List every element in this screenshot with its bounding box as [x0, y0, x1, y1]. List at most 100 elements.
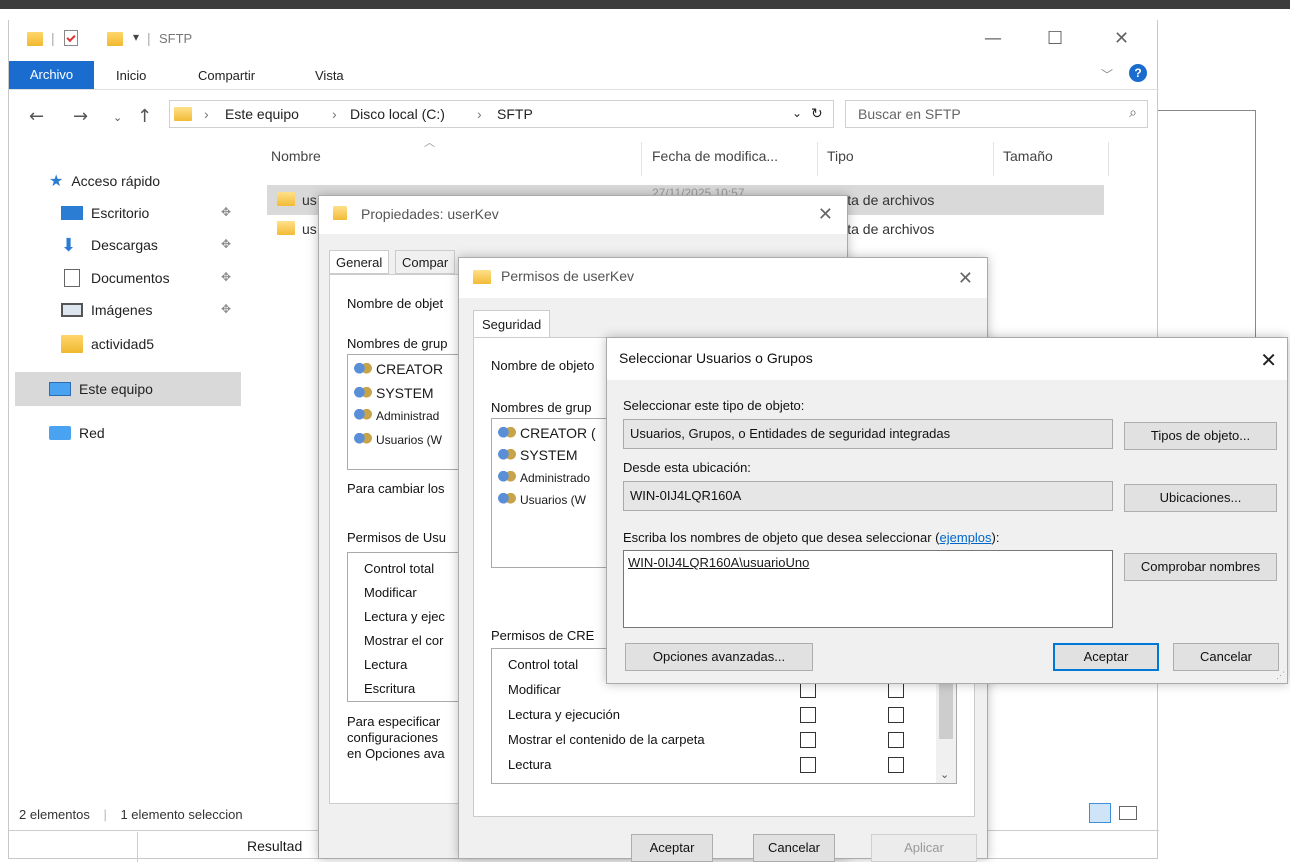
sidebar-item-red[interactable]: Red [49, 421, 105, 445]
object-types-button[interactable]: Tipos de objeto... [1124, 422, 1277, 450]
groups-list[interactable]: CREATOR ( SYSTEM Administrado Usuarios (… [491, 418, 611, 568]
change-permissions-label: Para cambiar los [347, 481, 445, 496]
sidebar-label: Descargas [91, 237, 158, 253]
deny-checkbox[interactable] [888, 757, 904, 773]
expand-ribbon-icon[interactable]: ﹀ [1101, 66, 1113, 83]
sidebar-item-este-equipo[interactable]: Este equipo [49, 377, 153, 401]
recent-locations-icon[interactable]: ⌄ [113, 111, 122, 124]
permission-item: Escritura [364, 681, 416, 696]
names-label-end: ): [991, 530, 1000, 545]
cancel-button[interactable]: Cancelar [1173, 643, 1279, 671]
status-selected: 1 elemento seleccion [120, 807, 243, 822]
breadcrumb-disco-local[interactable]: Disco local (C:) [350, 106, 445, 122]
column-divider [1108, 142, 1109, 176]
location-field: WIN-0IJ4LQR160A [623, 481, 1113, 511]
list-item[interactable]: CREATOR [354, 361, 443, 377]
ribbon-divider [9, 89, 1159, 90]
dialog-title: Propiedades: userKev [361, 206, 499, 222]
pin-icon: ✥ [221, 302, 232, 316]
check-names-button[interactable]: Comprobar nombres [1124, 553, 1277, 581]
ribbon-tab-archivo[interactable]: Archivo [9, 61, 94, 89]
deny-checkbox[interactable] [888, 682, 904, 698]
details-view-icon[interactable] [1089, 803, 1111, 823]
tab-compartir[interactable]: Compar [395, 250, 456, 274]
sidebar-item-documentos[interactable]: Documentos [61, 266, 170, 290]
column-fecha[interactable]: Fecha de modifica... [652, 148, 778, 164]
large-icons-view-icon[interactable] [1119, 806, 1137, 820]
folder-icon [61, 335, 83, 353]
sidebar-item-descargas[interactable]: ⬇ Descargas [61, 233, 158, 257]
list-item[interactable]: Administrad [354, 409, 439, 423]
refresh-icon[interactable]: ↻ [811, 106, 823, 122]
address-bar[interactable]: › Este equipo › Disco local (C:) › SFTP … [169, 100, 834, 128]
column-divider [817, 142, 818, 176]
customize-toolbar-icon[interactable]: ▾ [133, 30, 139, 44]
ok-button[interactable]: Aceptar [1053, 643, 1159, 671]
groups-label: Nombres de grup [347, 336, 448, 351]
back-arrow-icon[interactable]: ← [29, 106, 44, 127]
locations-button[interactable]: Ubicaciones... [1124, 484, 1277, 512]
scrollbar-thumb[interactable] [939, 679, 953, 739]
column-tipo[interactable]: Tipo [827, 148, 854, 164]
tab-seguridad[interactable]: Seguridad [473, 310, 551, 338]
sidebar-item-imagenes[interactable]: Imágenes [61, 298, 152, 322]
dialog-title: Permisos de userKev [501, 268, 635, 284]
column-divider [993, 142, 994, 176]
allow-checkbox[interactable] [800, 757, 816, 773]
permissions-list: Control total Modificar Lectura y ejec M… [347, 552, 467, 702]
list-item[interactable]: CREATOR ( [498, 425, 596, 441]
sidebar-label: Red [79, 425, 105, 441]
groups-list[interactable]: CREATOR SYSTEM Administrad Usuarios (W [347, 354, 467, 470]
star-icon: ★ [49, 173, 64, 190]
up-arrow-icon[interactable]: ↑ [137, 106, 152, 127]
list-item[interactable]: Administrado [498, 471, 590, 485]
list-item[interactable]: SYSTEM [354, 385, 434, 401]
scroll-down-icon[interactable]: ⌄ [940, 768, 949, 781]
screen-top-bar [0, 0, 1290, 9]
names-label: Escriba los nombres de objeto que desea … [623, 530, 1000, 545]
breadcrumb-sftp[interactable]: SFTP [497, 106, 533, 122]
ribbon-tab-inicio[interactable]: Inicio [116, 68, 146, 83]
resize-grip-icon[interactable]: ⋰ [1276, 670, 1285, 681]
permission-item: Mostrar el contenido de la carpeta [508, 732, 705, 747]
new-folder-icon[interactable] [107, 32, 123, 46]
column-nombre[interactable]: Nombre [271, 148, 321, 164]
close-button[interactable]: ✕ [818, 204, 833, 225]
object-names-input[interactable]: WIN-0IJ4LQR160A\usuarioUno [623, 550, 1113, 628]
deny-checkbox[interactable] [888, 707, 904, 723]
allow-checkbox[interactable] [800, 732, 816, 748]
deny-checkbox[interactable] [888, 732, 904, 748]
ok-button[interactable]: Aceptar [631, 834, 713, 862]
search-input[interactable]: Buscar en SFTP ⌕ [845, 100, 1148, 128]
permission-item: Mostrar el cor [364, 633, 444, 648]
apply-button[interactable]: Aplicar [871, 834, 977, 862]
allow-checkbox[interactable] [800, 707, 816, 723]
sidebar-item-actividad5[interactable]: actividad5 [61, 332, 154, 356]
forward-arrow-icon[interactable]: → [73, 106, 88, 127]
ribbon-tab-compartir[interactable]: Compartir [198, 68, 255, 83]
close-button[interactable]: ✕ [958, 268, 973, 289]
address-dropdown-icon[interactable]: ⌄ [792, 106, 802, 120]
list-item[interactable]: Usuarios (W [354, 433, 442, 447]
examples-link[interactable]: ejemplos [940, 530, 992, 545]
ribbon-tab-vista[interactable]: Vista [315, 68, 344, 83]
breadcrumb-este-equipo[interactable]: Este equipo [225, 106, 299, 122]
sidebar-label: Acceso rápido [71, 173, 161, 189]
column-tamano[interactable]: Tamaño [1003, 148, 1053, 164]
help-icon[interactable]: ? [1129, 64, 1147, 82]
cancel-button[interactable]: Cancelar [753, 834, 835, 862]
minimize-button[interactable]: — [984, 28, 1002, 49]
advanced-button[interactable]: Opciones avanzadas... [625, 643, 813, 671]
tab-general[interactable]: General [329, 250, 390, 274]
properties-icon[interactable] [64, 30, 78, 46]
list-item[interactable]: SYSTEM [498, 447, 578, 463]
sidebar-item-acceso-rapido[interactable]: ★ Acceso rápido [49, 169, 160, 193]
background-window-edge [1158, 110, 1256, 111]
allow-checkbox[interactable] [800, 682, 816, 698]
close-button[interactable]: ✕ [1114, 28, 1129, 49]
list-item[interactable]: Usuarios (W [498, 493, 586, 507]
special-note: configuraciones [347, 730, 439, 745]
maximize-button[interactable]: ☐ [1047, 28, 1063, 49]
sidebar-item-escritorio[interactable]: Escritorio [61, 201, 149, 225]
close-button[interactable]: ✕ [1260, 348, 1277, 372]
